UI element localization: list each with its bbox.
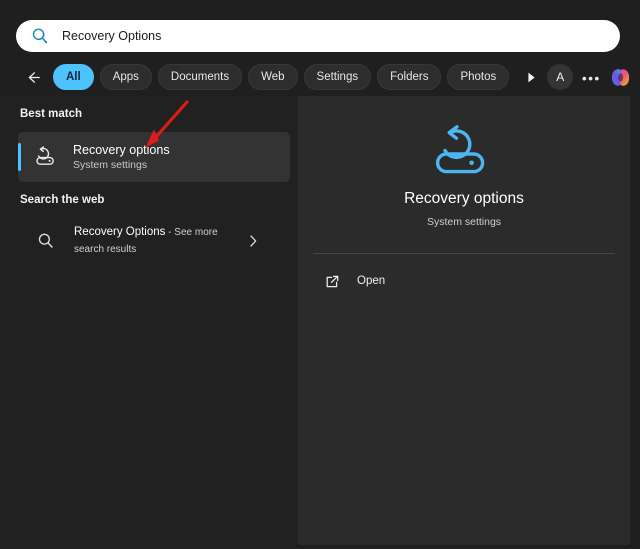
preview-title: Recovery options bbox=[298, 190, 630, 208]
filter-bar: All Apps Documents Web Settings Folders … bbox=[20, 62, 628, 92]
copilot-icon bbox=[609, 66, 632, 89]
preview-divider bbox=[313, 253, 615, 254]
filter-pill-photos[interactable]: Photos bbox=[447, 64, 509, 90]
search-bar[interactable] bbox=[16, 20, 620, 52]
recovery-drive-icon bbox=[34, 145, 58, 169]
web-search-section-header: Search the web bbox=[0, 194, 104, 206]
preview-panel: Recovery options System settings Open bbox=[298, 96, 630, 545]
copilot-button[interactable] bbox=[608, 65, 632, 89]
open-action-button[interactable]: Open bbox=[308, 266, 620, 296]
best-match-title: Recovery options bbox=[73, 142, 170, 158]
open-external-icon bbox=[325, 274, 340, 289]
chevron-right-filled-icon bbox=[526, 71, 537, 84]
search-input[interactable] bbox=[62, 26, 608, 46]
web-search-query: Recovery Options bbox=[74, 226, 165, 238]
web-search-result-label: Recovery Options - See more search resul… bbox=[74, 224, 242, 258]
account-avatar-button[interactable]: A bbox=[547, 64, 573, 90]
best-match-text-block: Recovery options System settings bbox=[73, 142, 170, 173]
best-match-subtitle: System settings bbox=[73, 158, 170, 173]
search-icon bbox=[31, 27, 49, 45]
filter-pill-settings[interactable]: Settings bbox=[304, 64, 372, 90]
selection-indicator bbox=[18, 143, 21, 171]
filter-pill-all[interactable]: All bbox=[53, 64, 94, 90]
search-icon bbox=[37, 232, 55, 250]
chevron-right-icon[interactable] bbox=[242, 234, 264, 248]
filter-pill-apps[interactable]: Apps bbox=[100, 64, 152, 90]
windows-search-window: All Apps Documents Web Settings Folders … bbox=[0, 0, 640, 549]
filter-pill-folders[interactable]: Folders bbox=[377, 64, 441, 90]
best-match-result-row[interactable]: Recovery options System settings bbox=[18, 132, 290, 182]
more-options-button[interactable]: ••• bbox=[579, 64, 603, 90]
best-match-section-header: Best match bbox=[0, 108, 82, 120]
filter-pill-web[interactable]: Web bbox=[248, 64, 297, 90]
back-button[interactable] bbox=[20, 64, 46, 90]
arrow-left-icon bbox=[26, 70, 41, 85]
recovery-drive-icon bbox=[432, 125, 496, 177]
filter-overflow-button[interactable] bbox=[519, 64, 543, 90]
preview-subtitle: System settings bbox=[298, 216, 630, 228]
filter-pill-documents[interactable]: Documents bbox=[158, 64, 242, 90]
web-search-result-row[interactable]: Recovery Options - See more search resul… bbox=[18, 218, 290, 264]
results-list-panel: Best match Recovery options System setti… bbox=[0, 96, 298, 549]
open-action-label: Open bbox=[357, 275, 385, 287]
